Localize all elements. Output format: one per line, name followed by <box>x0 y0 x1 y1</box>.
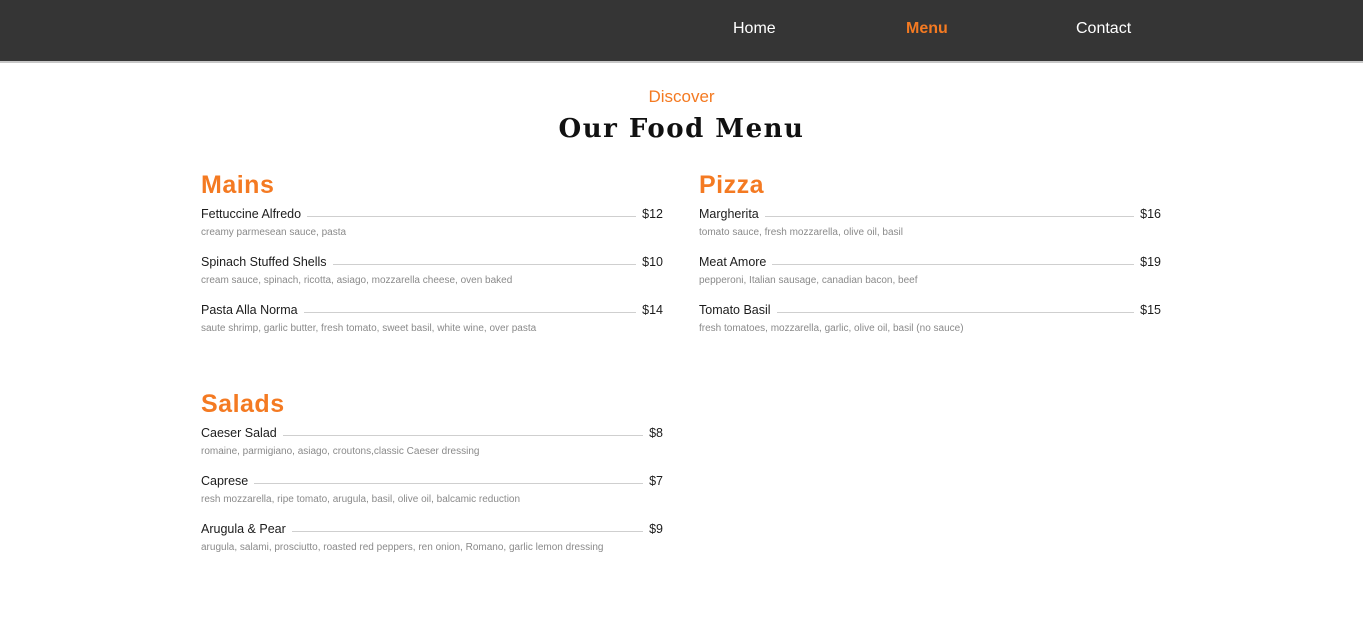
item-description: saute shrimp, garlic butter, fresh tomat… <box>201 323 537 334</box>
top-navbar: Home Menu Contact <box>0 0 1363 63</box>
item-description: pepperoni, Italian sausage, canadian bac… <box>699 275 918 286</box>
item-name: Caeser Salad <box>201 426 277 440</box>
item-description: arugula, salami, prosciutto, roasted red… <box>201 542 604 553</box>
dotted-leader <box>254 482 644 484</box>
menu-item: Caeser Salad $8 romaine, parmigiano, asi… <box>201 423 663 471</box>
menu-item: Caprese $7 resh mozzarella, ripe tomato,… <box>201 471 663 519</box>
page-title: Our Food Menu <box>558 114 805 144</box>
item-name: Pasta Alla Norma <box>201 303 298 317</box>
item-price: $16 <box>1140 207 1161 221</box>
item-description: cream sauce, spinach, ricotta, asiago, m… <box>201 275 513 286</box>
item-name: Arugula & Pear <box>201 522 286 536</box>
item-price: $7 <box>649 474 663 488</box>
menu-section-mains: Mains Fettuccine Alfredo $12 creamy parm… <box>201 168 663 348</box>
section-eyebrow: Discover <box>648 87 715 106</box>
item-name: Caprese <box>201 474 249 488</box>
menu-item: Pasta Alla Norma $14 saute shrimp, garli… <box>201 300 663 348</box>
menu-section-salads: Salads Caeser Salad $8 romaine, parmigia… <box>201 387 663 567</box>
dotted-leader <box>303 311 637 313</box>
item-price: $8 <box>649 426 663 440</box>
item-price: $12 <box>642 207 663 221</box>
nav-link-contact[interactable]: Contact <box>1076 18 1131 40</box>
menu-item: Arugula & Pear $9 arugula, salami, prosc… <box>201 519 663 567</box>
item-description: resh mozzarella, ripe tomato, arugula, b… <box>201 494 521 505</box>
dotted-leader <box>772 263 1135 265</box>
item-description: tomato sauce, fresh mozzarella, olive oi… <box>699 227 903 238</box>
nav-link-home[interactable]: Home <box>733 18 776 40</box>
item-name: Tomato Basil <box>699 303 771 317</box>
dotted-leader <box>307 215 637 217</box>
item-description: fresh tomatoes, mozzarella, garlic, oliv… <box>699 323 964 334</box>
dotted-leader <box>764 215 1135 217</box>
item-price: $10 <box>642 255 663 269</box>
dotted-leader <box>291 530 644 532</box>
item-price: $19 <box>1140 255 1161 269</box>
dotted-leader <box>332 263 637 265</box>
item-price: $9 <box>649 522 663 536</box>
menu-section-pizza: Pizza Margherita $16 tomato sauce, fresh… <box>699 168 1161 348</box>
dotted-leader <box>282 434 644 436</box>
menu-item: Fettuccine Alfredo $12 creamy parmesean … <box>201 204 663 252</box>
section-title: Mains <box>201 171 275 199</box>
item-description: romaine, parmigiano, asiago, croutons,cl… <box>201 446 480 457</box>
menu-item: Margherita $16 tomato sauce, fresh mozza… <box>699 204 1161 252</box>
menu-item: Spinach Stuffed Shells $10 cream sauce, … <box>201 252 663 300</box>
menu-item: Meat Amore $19 pepperoni, Italian sausag… <box>699 252 1161 300</box>
item-name: Meat Amore <box>699 255 767 269</box>
item-name: Margherita <box>699 207 759 221</box>
section-title: Salads <box>201 390 285 418</box>
nav-link-menu[interactable]: Menu <box>906 18 948 40</box>
item-price: $14 <box>642 303 663 317</box>
menu-item: Tomato Basil $15 fresh tomatoes, mozzare… <box>699 300 1161 348</box>
item-price: $15 <box>1140 303 1161 317</box>
item-name: Spinach Stuffed Shells <box>201 255 327 269</box>
item-name: Fettuccine Alfredo <box>201 207 302 221</box>
item-description: creamy parmesean sauce, pasta <box>201 227 347 238</box>
dotted-leader <box>776 311 1135 313</box>
section-title: Pizza <box>699 171 765 199</box>
